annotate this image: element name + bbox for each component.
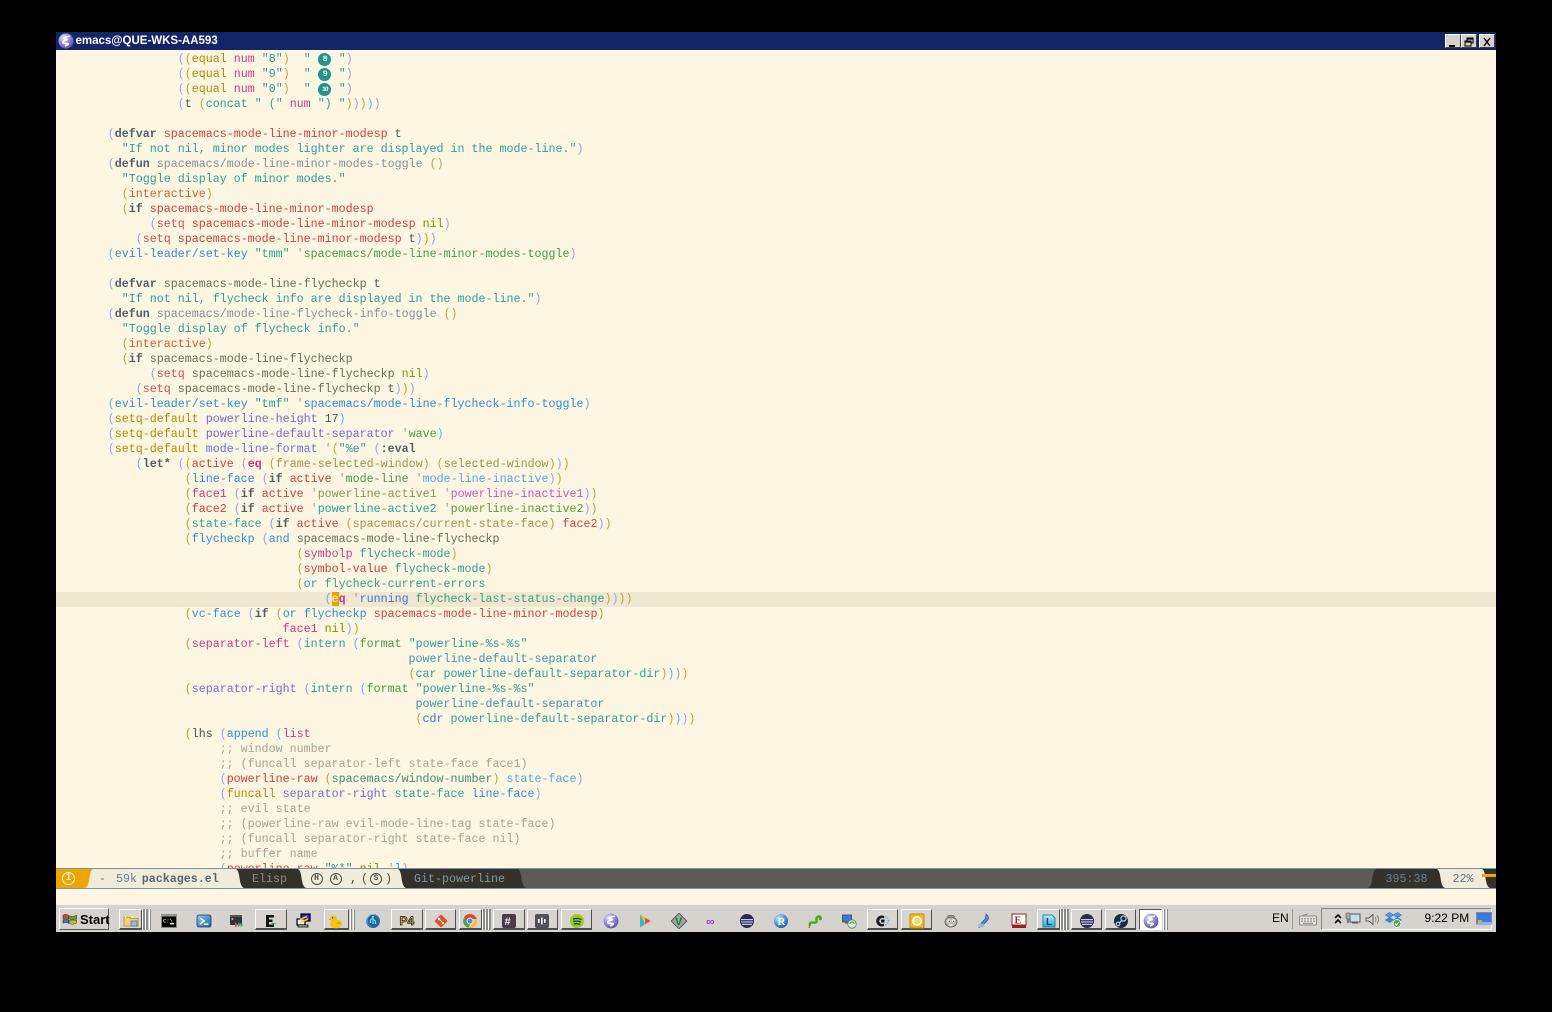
- svg-text:V: V: [675, 916, 683, 928]
- svg-text:E: E: [1015, 915, 1022, 926]
- svg-text:∞: ∞: [706, 914, 715, 928]
- svg-text:L: L: [1046, 917, 1052, 928]
- svg-text:P4: P4: [400, 914, 415, 928]
- svg-text:R: R: [778, 916, 787, 928]
- svg-text:#: #: [505, 916, 511, 928]
